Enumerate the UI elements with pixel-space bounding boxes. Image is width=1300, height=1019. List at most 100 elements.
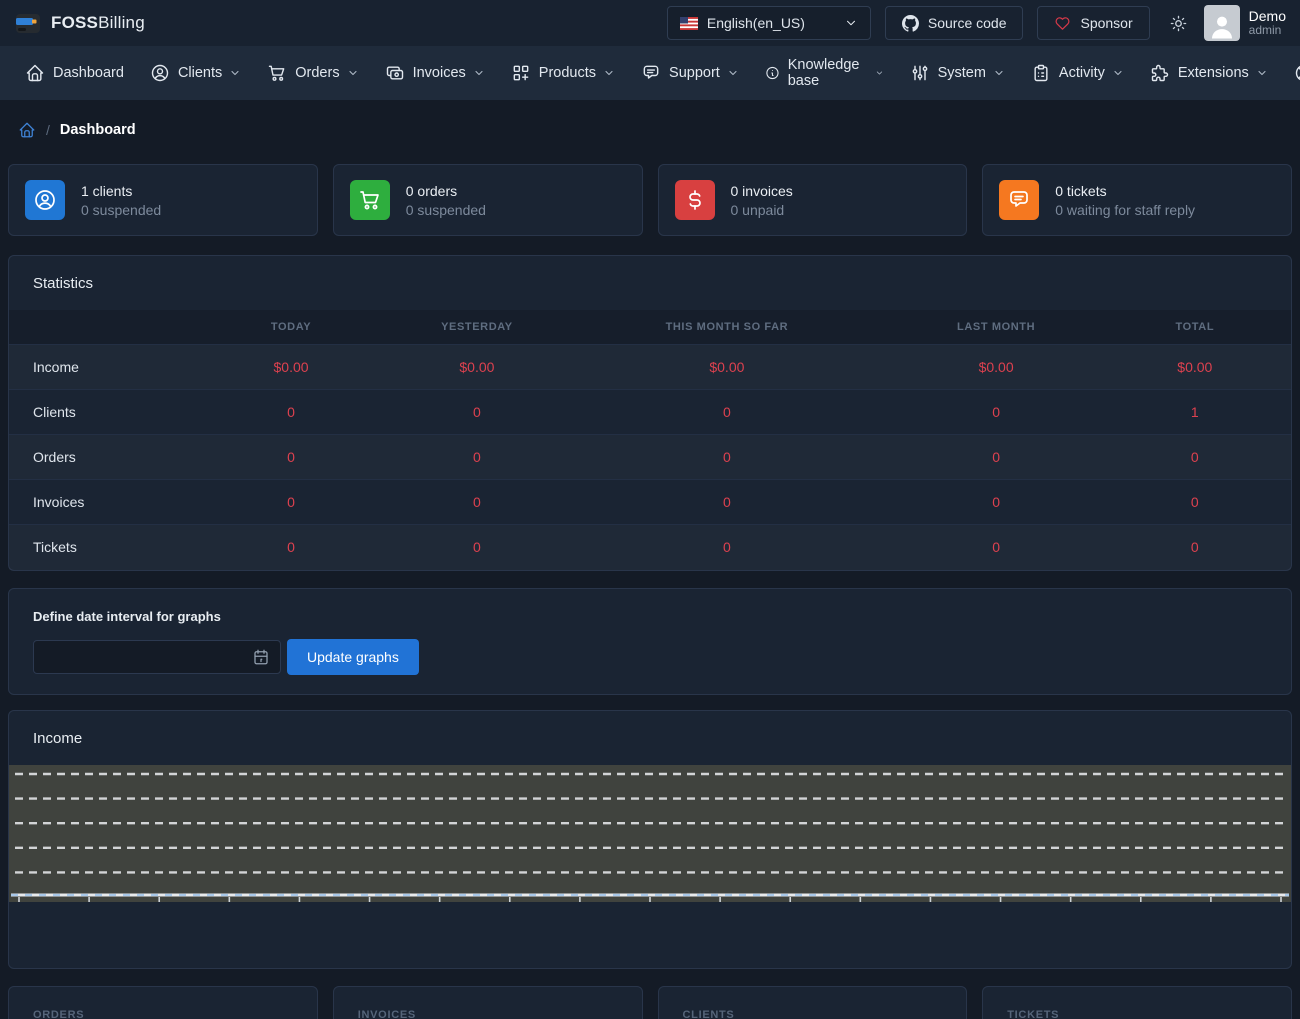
cell-value: 0 [560, 390, 893, 435]
cell-value: 0 [894, 390, 1099, 435]
chevron-down-icon [727, 67, 739, 79]
cell-value: $0.00 [188, 345, 393, 390]
nav-item-invoices[interactable]: Invoices [372, 46, 498, 100]
summary-card-orders: 0 orders 0 suspended [333, 164, 643, 236]
summary-subtitle: 0 suspended [406, 202, 486, 218]
cell-value: $0.00 [1099, 345, 1291, 390]
chevron-down-icon [993, 67, 1005, 79]
theme-toggle-button[interactable] [1164, 6, 1194, 40]
fossbilling-logo-icon [14, 9, 42, 37]
chevron-down-icon [844, 16, 858, 30]
summary-title: 1 clients [81, 183, 161, 199]
lifebuoy-icon [1294, 63, 1300, 83]
user-circle-icon [150, 63, 170, 83]
clipboard-icon [1031, 63, 1051, 83]
row-label: Income [9, 345, 188, 390]
message-icon [999, 180, 1039, 220]
clients-card-title: CLIENTS [659, 987, 967, 1019]
message-icon [641, 63, 661, 83]
source-code-button[interactable]: Source code [885, 6, 1024, 40]
date-interval-card: Define date interval for graphs Update g… [8, 588, 1292, 695]
nav-item-knowledge-base[interactable]: Knowledge base [752, 46, 897, 100]
cell-value: 0 [560, 525, 893, 570]
income-chart-title: Income [9, 711, 1291, 765]
user-role: admin [1249, 24, 1286, 38]
source-code-label: Source code [928, 15, 1007, 31]
orders-card-title: ORDERS [9, 987, 317, 1019]
statistics-card: Statistics TODAY YESTERDAY THIS MONTH SO… [8, 255, 1292, 571]
cell-value: 0 [894, 480, 1099, 525]
nav-item-clients[interactable]: Clients [137, 46, 254, 100]
nav-item-extensions[interactable]: Extensions [1137, 46, 1281, 100]
table-row-income: Income $0.00 $0.00 $0.00 $0.00 $0.00 [9, 345, 1291, 390]
nav-item-activity[interactable]: Activity [1018, 46, 1137, 100]
table-row-invoices: Invoices 0 0 0 0 0 [9, 480, 1291, 525]
cell-value: 0 [188, 525, 393, 570]
topbar: FOSSBilling English(en_US) Source code S… [0, 0, 1300, 46]
orders-card: ORDERS [8, 986, 318, 1019]
nav-item-label: Invoices [413, 65, 466, 81]
breadcrumb: / Dashboard [18, 121, 1288, 139]
language-value: English(en_US) [707, 15, 835, 31]
nav-item-label: Knowledge base [788, 57, 868, 89]
date-interval-label: Define date interval for graphs [33, 609, 1267, 624]
person-icon [1207, 11, 1237, 41]
row-label: Invoices [9, 480, 188, 525]
summary-card-clients: 1 clients 0 suspended [8, 164, 318, 236]
statistics-header-row: TODAY YESTERDAY THIS MONTH SO FAR LAST M… [9, 310, 1291, 345]
cell-value: 0 [560, 435, 893, 480]
chevron-down-icon [347, 67, 359, 79]
nav-item-system[interactable]: System [897, 46, 1018, 100]
table-row-clients: Clients 0 0 0 0 1 [9, 390, 1291, 435]
nav-item-dashboard[interactable]: Dashboard [12, 46, 137, 100]
cell-value: 0 [188, 435, 393, 480]
user-menu[interactable]: Demo admin [1204, 5, 1286, 41]
clients-card: CLIENTS [658, 986, 968, 1019]
bottom-cards-row: ORDERS INVOICES CLIENTS TICKETS [8, 986, 1292, 1019]
table-row-tickets: Tickets 0 0 0 0 0 [9, 525, 1291, 570]
github-icon [902, 15, 919, 32]
cell-value: 1 [1099, 390, 1291, 435]
summary-title: 0 invoices [731, 183, 793, 199]
language-select[interactable]: English(en_US) [667, 6, 871, 40]
update-graphs-button[interactable]: Update graphs [287, 639, 419, 675]
brand-text: FOSSBilling [51, 13, 145, 33]
summary-cards-row: 1 clients 0 suspended 0 orders 0 suspend… [8, 164, 1292, 236]
table-row-orders: Orders 0 0 0 0 0 [9, 435, 1291, 480]
cart-icon [350, 180, 390, 220]
tickets-card-title: TICKETS [983, 987, 1291, 1019]
col-header-last-month: LAST MONTH [894, 310, 1099, 345]
nav-item-support[interactable]: Support [628, 46, 752, 100]
cell-value: 0 [894, 525, 1099, 570]
nav-item-products[interactable]: Products [498, 46, 628, 100]
chevron-down-icon [875, 67, 884, 79]
nav-item-orders[interactable]: Orders [254, 46, 371, 100]
cell-value: 0 [894, 435, 1099, 480]
date-interval-input[interactable] [33, 640, 281, 674]
user-name: Demo [1249, 8, 1286, 24]
summary-title: 0 tickets [1055, 183, 1195, 199]
nav-item-help[interactable]: Help [1281, 46, 1300, 100]
col-header-empty [9, 310, 188, 345]
cell-value: 0 [394, 480, 561, 525]
sun-icon [1169, 14, 1188, 33]
home-icon[interactable] [18, 121, 36, 139]
tickets-card: TICKETS [982, 986, 1292, 1019]
cash-icon [385, 63, 405, 83]
col-header-yesterday: YESTERDAY [394, 310, 561, 345]
nav-item-label: Extensions [1178, 65, 1249, 81]
chevron-down-icon [229, 67, 241, 79]
chevron-down-icon [1256, 67, 1268, 79]
row-label: Clients [9, 390, 188, 435]
avatar [1204, 5, 1240, 41]
nav-item-label: System [938, 65, 986, 81]
sponsor-button[interactable]: Sponsor [1037, 6, 1149, 40]
cell-value: 0 [188, 480, 393, 525]
brand[interactable]: FOSSBilling [14, 9, 145, 37]
summary-subtitle: 0 unpaid [731, 202, 793, 218]
cell-value: $0.00 [560, 345, 893, 390]
statistics-table: TODAY YESTERDAY THIS MONTH SO FAR LAST M… [9, 310, 1291, 570]
chevron-down-icon [1112, 67, 1124, 79]
invoices-card: INVOICES [333, 986, 643, 1019]
income-chart-card: Income [8, 710, 1292, 969]
